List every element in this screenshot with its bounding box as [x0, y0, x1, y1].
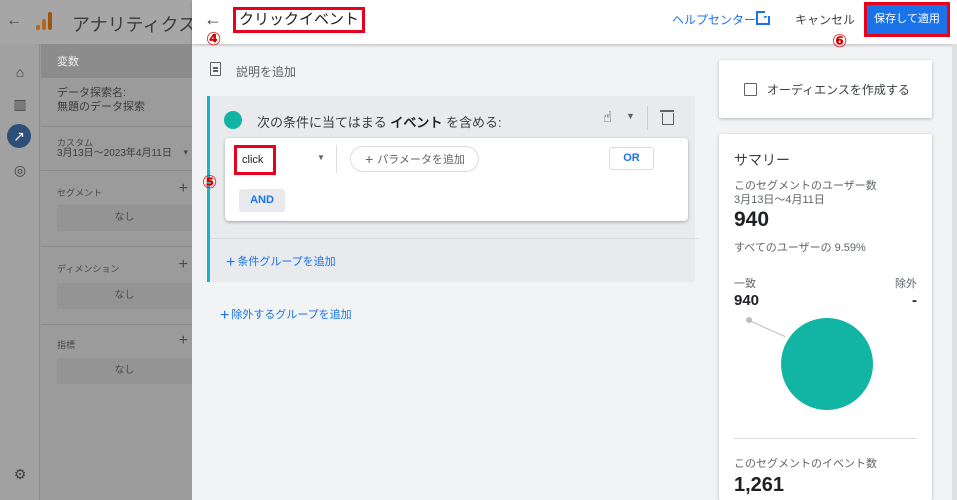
help-center-link[interactable]: ヘルプセンター	[672, 11, 756, 28]
plus-icon: +	[220, 307, 230, 324]
divider	[41, 170, 192, 171]
segments-empty: なし	[57, 205, 192, 231]
add-parameter-button[interactable]: + パラメータを追加	[350, 146, 479, 172]
hand-scope-icon[interactable]: ☝	[603, 108, 612, 126]
external-link-icon[interactable]	[756, 10, 771, 25]
scope-caret-icon[interactable]: ▼	[626, 111, 635, 121]
exclude-value: -	[912, 292, 917, 309]
match-value: 940	[734, 292, 760, 309]
summary-title: サマリー	[734, 152, 790, 168]
segment-builder: ← クリックイベント ヘルプセンター キャンセル 保存して適用 ④ ⑥ 説明を追…	[192, 0, 957, 500]
audience-card: オーディエンスを作成する	[719, 60, 932, 118]
delete-trash-icon[interactable]	[660, 110, 674, 125]
add-metric-icon: +	[178, 332, 188, 349]
variables-panel-header: 変数	[41, 44, 192, 78]
and-button[interactable]: AND	[239, 189, 285, 212]
segment-users-percentage: すべてのユーザーの 9.59%	[734, 242, 866, 254]
advertising-icon: ◎	[13, 162, 27, 178]
divider	[336, 145, 337, 173]
analytics-logo	[36, 12, 52, 30]
callout-6: ⑥	[832, 31, 848, 52]
condition-card: click ▼ + パラメータを追加 OR AND	[225, 138, 688, 221]
segment-color-dot[interactable]	[224, 111, 242, 129]
exploration-name-label: データ探索名:	[57, 87, 127, 99]
background-back-icon: ←	[6, 12, 22, 29]
date-range-value: 3月13日～2023年4月11日	[57, 148, 172, 159]
exclude-column-label: 除外	[895, 278, 917, 290]
create-audience-label[interactable]: オーディエンスを作成する	[767, 81, 910, 98]
date-caret-icon: ▾	[183, 147, 188, 157]
divider	[647, 106, 648, 130]
dimensions-empty: なし	[57, 283, 192, 309]
pie-leader-line	[748, 320, 786, 338]
explore-icon: ↗	[7, 124, 31, 148]
condition-group: 次の条件に当てはまる イベント を含める: ☝ ▼ click ▼ + パラメータ…	[202, 96, 698, 282]
cancel-button[interactable]: キャンセル	[795, 11, 855, 28]
divider	[41, 324, 192, 325]
settings-gear-icon: ⚙	[13, 466, 27, 482]
segments-label: セグメント	[57, 188, 103, 198]
summary-date-range: 3月13日～4月11日	[734, 194, 825, 206]
or-button[interactable]: OR	[609, 147, 654, 170]
condition-suffix: を含める:	[442, 115, 502, 130]
divider	[210, 238, 698, 239]
description-icon	[210, 62, 221, 76]
add-exclude-group-button[interactable]: + 除外するグループを追加	[220, 306, 352, 325]
plus-icon: +	[365, 151, 374, 167]
condition-group-title: 次の条件に当てはまる イベント を含める:	[257, 112, 502, 131]
variables-panel: 変数 データ探索名: 無題のデータ探索 カスタム 3月13日～2023年4月11…	[41, 44, 192, 500]
nav-rail: ⌂ ▥ ↗ ◎ ⚙	[0, 44, 40, 500]
add-segment-icon: +	[178, 180, 188, 197]
segment-name-field[interactable]: クリックイベント	[233, 7, 366, 33]
callout-5: ⑤	[202, 172, 218, 193]
add-description-field[interactable]: 説明を追加	[236, 63, 296, 80]
segment-users-count: 940	[734, 208, 770, 231]
scrollbar[interactable]	[952, 44, 957, 500]
reports-icon: ▥	[13, 96, 27, 112]
match-column-label: 一致	[734, 278, 756, 290]
segment-pie-chart	[781, 318, 873, 410]
add-exclude-group-label: 除外するグループを追加	[231, 309, 352, 321]
metrics-label: 指標	[57, 340, 76, 350]
dimensions-label: ディメンション	[57, 264, 120, 274]
segment-events-count: 1,261	[734, 474, 785, 496]
save-and-apply-button[interactable]: 保存して適用	[864, 2, 950, 37]
condition-keyword: イベント	[390, 115, 443, 130]
background-topbar: ← アナリティクス	[0, 0, 196, 44]
background-app: ← アナリティクス ⌂ ▥ ↗ ◎ ⚙ 変数 データ探索名: 無題のデータ探索 …	[0, 0, 196, 500]
create-audience-checkbox[interactable]	[744, 83, 757, 96]
event-name-field[interactable]: click	[234, 145, 276, 175]
home-icon: ⌂	[15, 64, 25, 80]
divider	[734, 438, 917, 439]
back-arrow-icon[interactable]: ←	[204, 8, 226, 30]
plus-icon: +	[226, 254, 236, 271]
app-title: アナリティクス	[72, 15, 197, 35]
add-parameter-label: パラメータを追加	[377, 154, 465, 166]
variables-heading: 変数	[57, 56, 79, 68]
add-dimension-icon: +	[178, 256, 188, 273]
event-dropdown-caret-icon[interactable]: ▼	[317, 153, 325, 162]
condition-prefix: 次の条件に当てはまる	[257, 115, 391, 130]
add-condition-group-button[interactable]: + 条件グループを追加	[226, 253, 336, 272]
exploration-name-value: 無題のデータ探索	[57, 101, 145, 113]
metrics-empty: なし	[57, 358, 192, 384]
callout-4: ④	[206, 29, 222, 50]
segment-events-label: このセグメントのイベント数	[734, 458, 877, 470]
divider	[41, 246, 192, 247]
divider	[41, 126, 192, 127]
add-condition-group-label: 条件グループを追加	[237, 256, 336, 268]
summary-card: サマリー このセグメントのユーザー数 3月13日～4月11日 940 すべてのユ…	[719, 134, 932, 500]
